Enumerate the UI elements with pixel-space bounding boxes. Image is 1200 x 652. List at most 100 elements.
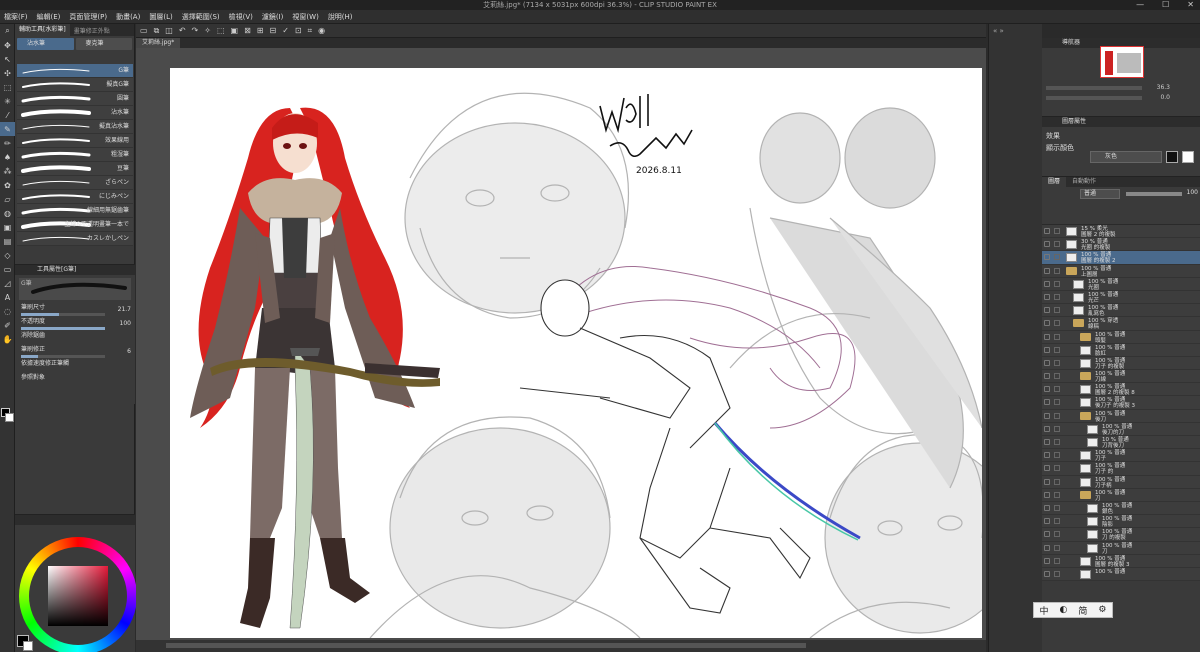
eye-icon[interactable]	[1044, 359, 1050, 366]
eye-icon[interactable]	[1044, 425, 1050, 432]
fill-tool-icon[interactable]: ▣	[0, 220, 15, 234]
layer-row[interactable]: 100 % 普通 亂寫色	[1042, 304, 1200, 318]
lock-icon[interactable]	[1054, 452, 1060, 459]
brush-item[interactable]: にじみペン	[17, 190, 133, 204]
snap-grid-icon[interactable]: ⊡	[295, 26, 302, 35]
save-icon[interactable]: ◫	[165, 26, 173, 35]
layer-row[interactable]: 10 % 普通 刀背後刀	[1042, 436, 1200, 450]
eraser-tool-icon[interactable]: ▱	[0, 192, 15, 206]
menu-selection[interactable]: 選擇範圍(S)	[182, 12, 220, 22]
lock-icon[interactable]	[1054, 254, 1060, 261]
eye-icon[interactable]	[1044, 570, 1050, 577]
gradient-tool-icon[interactable]: ▤	[0, 234, 15, 248]
layer-row[interactable]: 15 % 柔光 圖層 2 的複製	[1042, 225, 1200, 239]
eye-icon[interactable]	[1044, 504, 1050, 511]
deselect-icon[interactable]: ⊠	[244, 26, 251, 35]
eye-icon[interactable]	[1044, 280, 1050, 287]
eye-icon[interactable]	[1044, 228, 1050, 234]
eye-icon[interactable]	[1044, 386, 1050, 393]
lock-icon[interactable]	[1054, 399, 1060, 406]
document-tab[interactable]: 艾莉絲.jpg*	[136, 38, 181, 48]
layer-row[interactable]: 100 % 普通 上圖層	[1042, 264, 1200, 278]
scrollbar-thumb[interactable]	[166, 643, 806, 648]
eye-icon[interactable]	[1044, 412, 1050, 419]
tool-property-slider[interactable]	[21, 327, 105, 330]
ruler-tool-icon[interactable]: ◿	[0, 276, 15, 290]
eye-icon[interactable]	[1044, 531, 1050, 538]
eye-icon[interactable]	[1044, 439, 1050, 445]
eye-icon[interactable]	[1044, 557, 1050, 564]
hand-tool-icon[interactable]: ✋	[0, 332, 15, 346]
blend-tool-icon[interactable]: ◍	[0, 206, 15, 220]
brush-item[interactable]: 沾水筆	[17, 106, 133, 120]
frame-tool-icon[interactable]: ▭	[0, 262, 15, 276]
brush-item[interactable]: ざらペン	[17, 176, 133, 190]
lock-icon[interactable]	[1054, 293, 1060, 300]
menu-view[interactable]: 檢視(V)	[229, 12, 253, 22]
brush-item[interactable]: 主線&不透明畫筆一本で	[17, 218, 133, 232]
crop-icon[interactable]: ⊞	[257, 26, 264, 35]
layer-row[interactable]: 100 % 普通 圖層 的複製 2	[1042, 251, 1200, 265]
layer-row[interactable]: 100 % 普通 刀子 的	[1042, 462, 1200, 476]
close-button[interactable]: ✕	[1187, 0, 1194, 10]
layer-row[interactable]: 100 % 普通 刀子柄	[1042, 475, 1200, 489]
layer-row[interactable]: 100 % 普通 後刀的刀	[1042, 422, 1200, 436]
brush-item[interactable]: 擬真沾水筆	[17, 120, 133, 134]
sub-color-swatch[interactable]	[5, 413, 14, 422]
eye-icon[interactable]	[1044, 254, 1050, 261]
move-tool-icon[interactable]: ✥	[0, 38, 15, 52]
brush-item[interactable]: 圓筆	[17, 92, 133, 106]
lock-icon[interactable]	[1054, 359, 1060, 366]
eye-icon[interactable]	[1044, 346, 1050, 353]
group-marker[interactable]: 麥克筆	[75, 38, 132, 50]
layer-row[interactable]: 100 % 普通 臉紅	[1042, 343, 1200, 357]
lock-icon[interactable]	[1054, 241, 1060, 248]
fill-icon[interactable]: ▣	[231, 26, 239, 35]
tool-property-row[interactable]: 消除鋸齒	[15, 331, 135, 345]
eyedropper-icon[interactable]: ⁄	[0, 108, 15, 122]
transform-icon[interactable]: ⬚	[217, 26, 225, 35]
lock-icon[interactable]	[1054, 373, 1060, 380]
tab-sub-tool[interactable]: 輔助工具[水彩筆]	[15, 24, 70, 36]
lock-icon[interactable]	[1054, 531, 1060, 538]
brush-item[interactable]: 線細用無鋸齒筆	[17, 204, 133, 218]
lock-icon[interactable]	[1054, 267, 1060, 274]
balloon-tool-icon[interactable]: ◌	[0, 304, 15, 318]
display-color-swatch-dark[interactable]	[1166, 151, 1178, 163]
menu-filter[interactable]: 濾鏡(I)	[262, 12, 284, 22]
display-color-swatch-light[interactable]	[1182, 151, 1194, 163]
lock-icon[interactable]	[1054, 307, 1060, 314]
layer-row[interactable]: 100 % 普通 圖層 的複製 3	[1042, 554, 1200, 568]
lock-icon[interactable]	[1054, 518, 1060, 525]
tool-property-slider[interactable]	[21, 313, 105, 316]
layer-row[interactable]: 100 % 普通 刀 的複製	[1042, 528, 1200, 542]
clear-icon[interactable]: ✧	[204, 26, 211, 35]
decoration-tool-icon[interactable]: ✿	[0, 178, 15, 192]
lock-icon[interactable]	[1054, 346, 1060, 353]
display-color-select[interactable]: 灰色	[1090, 151, 1162, 163]
figure-tool-icon[interactable]: ◇	[0, 248, 15, 262]
layer-row[interactable]: 30 % 普通 光圈 的複製	[1042, 238, 1200, 252]
correct-line-icon[interactable]: ✐	[0, 318, 15, 332]
lock-icon[interactable]	[1054, 504, 1060, 511]
lock-icon[interactable]	[1054, 425, 1060, 432]
layer-row[interactable]: 100 % 普通 刀子 的複製	[1042, 356, 1200, 371]
brush-item[interactable]: カスレかしペン	[17, 232, 133, 246]
brush-item[interactable]: 擬真G筆	[17, 78, 133, 92]
canvas-h-scrollbar[interactable]	[136, 640, 986, 652]
snap-perspective-icon[interactable]: ⌗	[308, 26, 313, 36]
text-tool-icon[interactable]: A	[0, 290, 15, 304]
pencil-tool-icon[interactable]: ✏	[0, 136, 15, 150]
zoom-tool-icon[interactable]: ⌕	[0, 24, 15, 38]
tool-property-row[interactable]: 筆刷修正 6	[15, 345, 135, 359]
eye-icon[interactable]	[1044, 333, 1050, 340]
layer-row[interactable]: 100 % 普通 陰影	[1042, 515, 1200, 529]
rotate-slider[interactable]	[1046, 96, 1142, 100]
menu-file[interactable]: 檔案(F)	[4, 12, 28, 22]
tool-property-row[interactable]: 筆刷尺寸 21.7	[15, 303, 135, 317]
lock-icon[interactable]	[1054, 439, 1060, 445]
minimize-button[interactable]: —	[1136, 0, 1144, 10]
ime-script[interactable]: 简	[1078, 604, 1087, 617]
lock-icon[interactable]	[1054, 228, 1060, 234]
eye-icon[interactable]	[1044, 544, 1050, 551]
